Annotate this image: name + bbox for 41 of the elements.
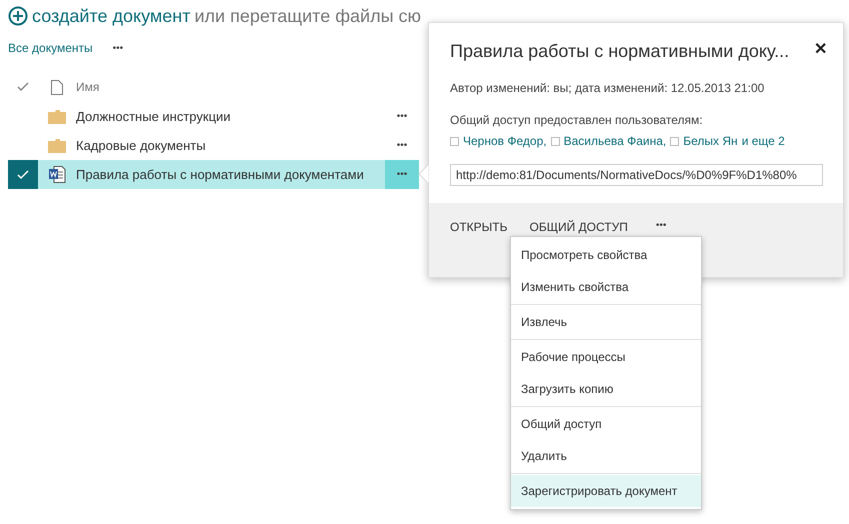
more-button[interactable]: ••• [385, 131, 419, 160]
more-button[interactable]: ••• [656, 218, 666, 233]
word-document-icon [48, 166, 66, 183]
folder-icon [48, 138, 66, 152]
selected-row[interactable]: Правила работы с нормативными документами ••• [8, 160, 419, 189]
menu-item[interactable]: Просмотреть свойства [511, 239, 701, 271]
document-name[interactable]: Кадровые документы [76, 136, 385, 156]
user-link[interactable]: Чернов Федор, [463, 132, 547, 150]
url-field[interactable]: http://demo:81/Documents/NormativeDocs/%D0%9F%D1%80% [450, 164, 823, 186]
view-link[interactable]: Все документы [8, 39, 93, 57]
menu-item[interactable]: Загрузить копию [511, 373, 701, 405]
action-button[interactable]: ОТКРЫТЬ [450, 218, 508, 236]
menu-item[interactable]: Общий доступ [511, 408, 701, 440]
presence-icon [670, 136, 680, 146]
menu-item[interactable]: Извлечь [511, 306, 701, 338]
folder-icon [48, 110, 66, 124]
document-name[interactable]: Правила работы с нормативными документами [76, 164, 385, 184]
menu-item[interactable]: Зарегистрировать документ [511, 475, 701, 507]
menu-item[interactable]: Рабочие процессы [511, 341, 701, 373]
column-header[interactable]: Имя [76, 78, 100, 96]
shared-label: Общий доступ предоставлен пользователям: [450, 112, 704, 129]
action-button[interactable]: ОБЩИЙ ДОСТУП [530, 218, 628, 236]
more-button[interactable]: ••• [112, 40, 124, 56]
user-link[interactable]: Васильева Фаина, [564, 132, 666, 150]
close-button[interactable]: ✕ [814, 38, 827, 62]
modified-info: Автор изменений: вы; дата изменений: 12.05.2013 21:00 [450, 80, 766, 97]
callout-title: Правила работы с нормативными доку... [450, 40, 790, 63]
more-button[interactable]: ••• [385, 160, 419, 189]
menu-item[interactable]: Удалить [511, 440, 701, 472]
more-users-link[interactable]: и еще 2 [742, 132, 785, 150]
menu-item[interactable]: Изменить свойства [511, 271, 701, 303]
drop-files-hint: или перетащите файлы сю [194, 4, 422, 28]
check-icon[interactable] [17, 82, 29, 92]
document-icon [51, 80, 63, 94]
presence-icon [450, 136, 459, 146]
create-document-link[interactable]: создайте документ [32, 2, 190, 30]
more-button[interactable]: ••• [385, 102, 419, 131]
user-link[interactable]: Белых Ян [683, 132, 738, 150]
presence-icon [550, 136, 560, 146]
document-name[interactable]: Должностные инструкции [76, 106, 385, 126]
add-icon[interactable] [8, 6, 28, 26]
